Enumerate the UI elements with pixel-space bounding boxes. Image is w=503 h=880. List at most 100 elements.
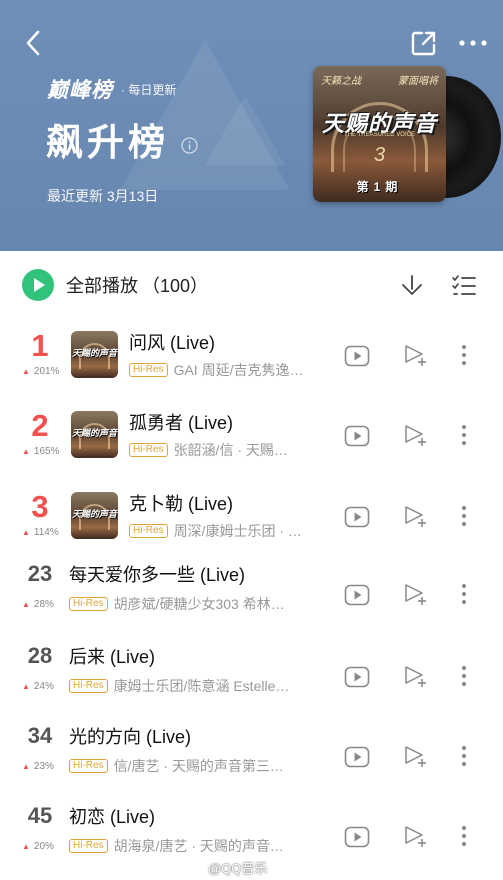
brand-subtitle: · 每日更新 xyxy=(121,82,177,97)
download-icon[interactable] xyxy=(400,274,424,298)
thumb-title: 天赐的声音 xyxy=(71,428,117,438)
rank-change: ▲ 114% xyxy=(22,527,59,538)
song-meta: Hi-Res 康姆士乐团/陈意涵 Estelle… xyxy=(69,676,289,696)
rise-arrow-icon: ▲ xyxy=(22,600,30,609)
rank-change-value: 20% xyxy=(33,841,54,852)
rise-arrow-icon: ▲ xyxy=(22,528,30,537)
rise-arrow-icon: ▲ xyxy=(22,447,30,456)
song-more-icon[interactable] xyxy=(460,504,468,528)
song-more-icon[interactable] xyxy=(460,664,468,688)
play-all-label: 全部播放 xyxy=(66,276,138,296)
song-cover-thumb: 天赐的声音 xyxy=(71,331,118,378)
add-to-playlist-icon[interactable] xyxy=(403,423,429,447)
artist-name: 张韶涵/信 · 天赐… xyxy=(173,442,288,458)
rank-change: ▲ 201% xyxy=(22,366,60,377)
info-icon[interactable] xyxy=(181,136,198,154)
chart-header: 巅峰榜 · 每日更新 飙升榜 最近更新 3月13日 天籁之战 蒙面唱将 天赐的声… xyxy=(0,0,503,251)
artist-name: GAI 周延/吉克隽逸… xyxy=(173,362,304,378)
chart-title-row: 飙升榜 xyxy=(46,112,198,166)
song-meta: Hi-Res 信/唐艺 · 天赐的声音第三… xyxy=(69,756,284,776)
rank-change-value: 23% xyxy=(33,761,54,772)
song-row[interactable]: 34 ▲ 23% 光的方向 (Live) Hi-Res 信/唐艺 · 天赐的声音第三… xyxy=(0,717,503,797)
rise-arrow-icon: ▲ xyxy=(22,367,30,376)
play-all-bar: 全部播放 （100） xyxy=(0,251,503,317)
hires-badge: Hi-Res xyxy=(129,443,168,457)
rank-change-value: 165% xyxy=(33,446,60,457)
play-icon xyxy=(22,269,54,301)
song-count: （100） xyxy=(142,276,209,296)
rank-change: ▲ 20% xyxy=(22,841,54,852)
song-more-icon[interactable] xyxy=(460,744,468,768)
rank-change: ▲ 24% xyxy=(22,681,54,692)
song-row[interactable]: 28 ▲ 24% 后来 (Live) Hi-Res 康姆士乐团/陈意涵 Estelle… xyxy=(0,637,503,717)
rank-number: 45 xyxy=(27,803,53,828)
artist-name: 信/唐艺 · 天赐的声音第三… xyxy=(113,758,284,774)
add-to-playlist-icon[interactable] xyxy=(403,582,429,606)
more-icon[interactable] xyxy=(458,36,488,50)
song-row[interactable]: 1 ▲ 201% 天赐的声音 问风 (Live) Hi-Res GAI 周延/吉克隽逸… xyxy=(0,315,503,395)
rank-change: ▲ 23% xyxy=(22,761,54,772)
song-row[interactable]: 3 ▲ 114% 天赐的声音 克卜勒 (Live) Hi-Res 周深/康姆士乐团 · … xyxy=(0,476,503,556)
cover-episode: 第1期 xyxy=(356,180,403,194)
multi-select-icon[interactable] xyxy=(451,274,477,298)
rank-change-value: 28% xyxy=(33,599,54,610)
cover-season: 3 xyxy=(373,144,386,166)
add-to-playlist-icon[interactable] xyxy=(403,824,429,848)
watermark: @QQ音乐 xyxy=(208,861,268,876)
song-more-icon[interactable] xyxy=(460,423,468,447)
play-video-icon[interactable] xyxy=(344,345,370,367)
song-title: 每天爱你多一些 (Live) xyxy=(69,565,246,585)
hires-badge: Hi-Res xyxy=(69,597,108,611)
song-meta: Hi-Res 周深/康姆士乐团 · … xyxy=(129,521,302,541)
page-title: 飙升榜 xyxy=(46,122,169,163)
play-all-button[interactable]: 全部播放 （100） xyxy=(22,269,208,301)
song-title: 克卜勒 (Live) xyxy=(129,494,234,514)
hires-badge: Hi-Res xyxy=(69,839,108,853)
artist-name: 胡彦斌/硬糖少女303 希林… xyxy=(113,596,285,612)
add-to-playlist-icon[interactable] xyxy=(403,504,429,528)
brand-row: 巅峰榜 · 每日更新 xyxy=(47,74,176,104)
song-more-icon[interactable] xyxy=(460,343,468,367)
song-more-icon[interactable] xyxy=(460,582,468,606)
artist-name: 康姆士乐团/陈意涵 Estelle… xyxy=(113,678,290,694)
play-video-icon[interactable] xyxy=(344,584,370,606)
play-video-icon[interactable] xyxy=(344,826,370,848)
rise-arrow-icon: ▲ xyxy=(22,762,30,771)
song-title: 孤勇者 (Live) xyxy=(129,413,234,433)
cover-logo-left: 天籁之战 xyxy=(321,76,361,87)
rank-change: ▲ 165% xyxy=(22,446,60,457)
rank-number: 34 xyxy=(27,723,53,748)
rank-change: ▲ 28% xyxy=(22,599,54,610)
decorative-triangle-small xyxy=(205,95,285,165)
rise-arrow-icon: ▲ xyxy=(22,842,30,851)
chart-cover[interactable]: 天籁之战 蒙面唱将 天赐的声音 THE TREASURED VOICE 3 第1… xyxy=(313,66,501,206)
song-meta: Hi-Res 胡彦斌/硬糖少女303 希林… xyxy=(69,594,285,614)
song-meta: Hi-Res 张韶涵/信 · 天赐… xyxy=(129,440,288,460)
song-more-icon[interactable] xyxy=(460,824,468,848)
rank-number: 1 xyxy=(31,328,49,363)
song-meta: Hi-Res GAI 周延/吉克隽逸… xyxy=(129,360,303,380)
thumb-title: 天赐的声音 xyxy=(71,509,117,519)
rank-change-value: 201% xyxy=(33,366,60,377)
song-title: 后来 (Live) xyxy=(69,647,156,667)
rank-number: 3 xyxy=(31,489,49,524)
back-icon[interactable] xyxy=(20,28,48,58)
song-row[interactable]: 23 ▲ 28% 每天爱你多一些 (Live) Hi-Res 胡彦斌/硬糖少女303 … xyxy=(0,555,503,635)
rank-change-value: 24% xyxy=(33,681,54,692)
rank-number: 2 xyxy=(31,408,49,443)
add-to-playlist-icon[interactable] xyxy=(403,343,429,367)
play-video-icon[interactable] xyxy=(344,666,370,688)
hires-badge: Hi-Res xyxy=(129,524,168,538)
song-title: 初恋 (Live) xyxy=(69,807,156,827)
thumb-title: 天赐的声音 xyxy=(71,348,117,358)
add-to-playlist-icon[interactable] xyxy=(403,664,429,688)
add-to-playlist-icon[interactable] xyxy=(403,744,429,768)
play-video-icon[interactable] xyxy=(344,425,370,447)
song-cover-thumb: 天赐的声音 xyxy=(71,411,118,458)
play-video-icon[interactable] xyxy=(344,746,370,768)
share-icon[interactable] xyxy=(410,29,438,57)
cover-logo-right: 蒙面唱将 xyxy=(398,76,438,87)
play-video-icon[interactable] xyxy=(344,506,370,528)
song-cover-thumb: 天赐的声音 xyxy=(71,492,118,539)
song-row[interactable]: 2 ▲ 165% 天赐的声音 孤勇者 (Live) Hi-Res 张韶涵/信 · 天赐… xyxy=(0,395,503,475)
